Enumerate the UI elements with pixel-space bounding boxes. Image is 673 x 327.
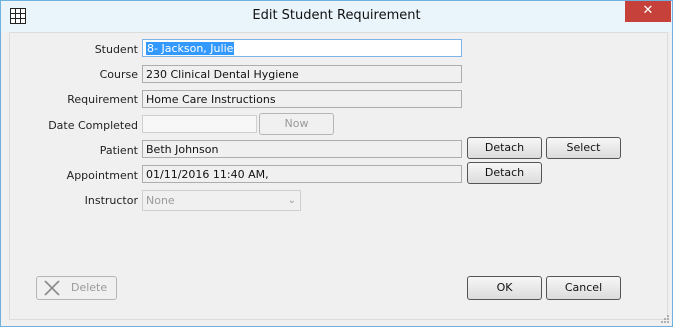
now-button[interactable]: Now (259, 113, 334, 135)
resize-grip-icon[interactable] (660, 314, 670, 324)
instructor-dropdown[interactable]: None ⌄ (142, 190, 301, 211)
appointment-detach-button[interactable]: Detach (467, 162, 542, 184)
instructor-value: None (146, 194, 175, 207)
close-button[interactable]: ✕ (625, 1, 671, 22)
student-value: 8- Jackson, Julie (146, 42, 235, 55)
title-bar[interactable]: Edit Student Requirement ✕ (1, 1, 672, 32)
requirement-field[interactable]: Home Care Instructions (142, 90, 462, 108)
delete-x-icon (44, 280, 60, 296)
delete-button[interactable]: Delete (36, 276, 117, 300)
date-completed-field[interactable] (142, 115, 257, 133)
student-label: Student (94, 43, 138, 56)
edit-student-requirement-window: Edit Student Requirement ✕ Student 8- Ja… (0, 0, 673, 327)
chevron-down-icon: ⌄ (287, 195, 296, 206)
close-icon: ✕ (642, 3, 654, 18)
course-field[interactable]: 230 Clinical Dental Hygiene (142, 65, 462, 83)
delete-label: Delete (71, 281, 108, 294)
course-label: Course (99, 68, 138, 81)
date-completed-label: Date Completed (48, 119, 138, 132)
patient-label: Patient (99, 144, 138, 157)
window-title: Edit Student Requirement (252, 8, 421, 23)
patient-select-button[interactable]: Select (546, 137, 621, 159)
requirement-label: Requirement (67, 93, 138, 106)
patient-detach-button[interactable]: Detach (467, 137, 542, 159)
patient-field[interactable]: Beth Johnson (142, 140, 462, 158)
dialog-body: Student 8- Jackson, Julie Course 230 Cli… (9, 32, 668, 320)
ok-button[interactable]: OK (467, 276, 542, 300)
appointment-field[interactable]: 01/11/2016 11:40 AM, (142, 165, 462, 183)
student-field[interactable]: 8- Jackson, Julie (142, 39, 462, 57)
cancel-button[interactable]: Cancel (546, 276, 621, 300)
appointment-label: Appointment (66, 169, 138, 182)
instructor-label: Instructor (84, 194, 138, 207)
